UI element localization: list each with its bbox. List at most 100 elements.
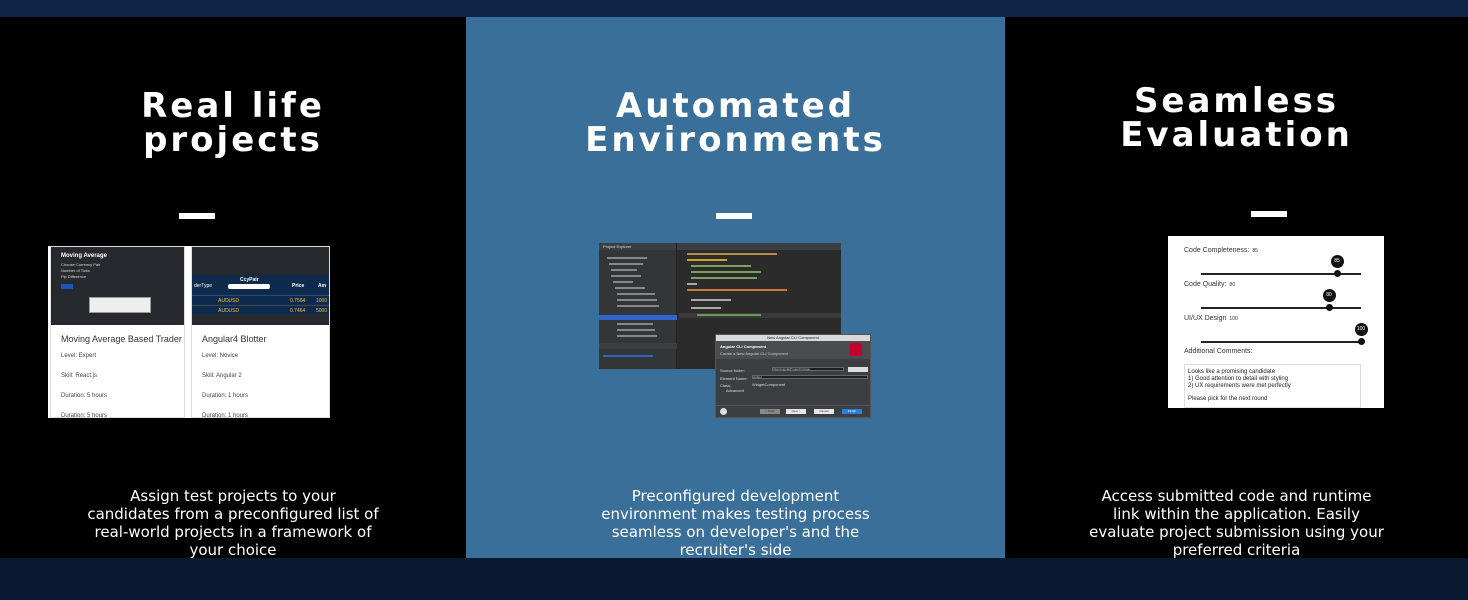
project-explorer-title: Project Explorer [599, 243, 676, 250]
thumb-submit-button [61, 284, 73, 289]
blotter-col: CcyPair [240, 277, 259, 283]
title-line-2: projects [143, 120, 323, 160]
help-icon[interactable] [720, 408, 727, 415]
card-skill: Skill: Angular 2 [202, 373, 242, 379]
thumb-results-box [89, 297, 151, 313]
blotter-cell: 0.7564 [290, 298, 306, 304]
description-line: environment makes testing process [601, 505, 870, 523]
panel-seamless-evaluation: Seamless Evaluation Code Completeness: 85… [1005, 17, 1468, 559]
blotter-header: derType CcyPair Price Am [192, 275, 329, 295]
project-card: Moving Average Choose Currency Pair Numb… [50, 246, 185, 418]
blotter-row: AUDUSD 0.7464 5000 [192, 305, 329, 314]
tree-item [617, 335, 657, 337]
description-line: seamless on developer's and the [611, 523, 860, 541]
bottom-bar [0, 558, 1468, 600]
slider-value-pin: 100 [1354, 323, 1368, 336]
description-line: recruiter's side [679, 541, 792, 559]
tree-item [617, 329, 655, 331]
criterion-label: Code Quality: 80 [1184, 281, 1235, 288]
criterion-label: UI/UX Design 100 [1184, 315, 1238, 322]
comment-line: Please pick for the next round [1188, 396, 1268, 402]
panel-description: Access submitted code and runtime link w… [1005, 487, 1468, 559]
thumb-title: Moving Average [61, 253, 107, 259]
element-name-label: Element Name: [720, 376, 748, 381]
slider-knob[interactable] [1357, 338, 1365, 345]
angular-icon [850, 343, 862, 356]
code-line [691, 299, 731, 301]
description-line: Assign test projects to your [130, 487, 336, 505]
code-line [691, 265, 751, 267]
slider-knob[interactable] [1325, 304, 1333, 311]
description-line: your choice [189, 541, 277, 559]
tree-item [617, 323, 653, 325]
description-line: real-world projects in a framework of [94, 523, 372, 541]
comments-textarea[interactable]: Looks like a promising candidate 1) Good… [1184, 364, 1361, 408]
finish-button[interactable]: Finish [842, 409, 862, 414]
panel-title: Real life projects [0, 89, 466, 157]
divider-dash [716, 213, 752, 219]
tree-item [617, 305, 659, 307]
project-cards-screenshot: Moving Average Choose Currency Pair Numb… [48, 246, 330, 418]
tree-item [617, 299, 657, 301]
blotter-cell: AUDUSD [218, 298, 240, 304]
element-name-input[interactable]: widget [752, 375, 868, 379]
title-line-2: Evaluation [1120, 115, 1353, 155]
slider-value-pin: 85 [1330, 255, 1344, 268]
slider-value-pin: 80 [1322, 289, 1336, 302]
panel-title: Automated Environments [466, 89, 1005, 157]
thumb-row: Pip Difference [61, 274, 87, 279]
criterion-name: Code Quality: [1184, 281, 1227, 288]
description-line: candidates from a preconfigured list of [87, 505, 379, 523]
description-line: link within the application. Easily [1113, 505, 1360, 523]
card-duration: Duration: 1 hours [202, 393, 249, 399]
tree-item [611, 269, 637, 271]
source-folder-input[interactable]: /NewAngularProject/src/app [772, 367, 844, 371]
criterion-name: UI/UX Design [1184, 315, 1227, 322]
next-button[interactable]: Next > [786, 409, 806, 414]
code-line [691, 307, 721, 309]
score-slider[interactable] [1201, 307, 1361, 309]
back-button[interactable]: < Back [760, 409, 780, 414]
criterion-value: 100 [1229, 316, 1238, 322]
description-line: Access submitted code and runtime [1101, 487, 1372, 505]
servers-tab [599, 343, 677, 349]
blotter-cell: AUDUSD [218, 308, 240, 314]
card-duration: Duration: 5 hours [61, 413, 108, 418]
advanced-toggle[interactable]: Advanced [726, 388, 744, 393]
blotter-cell: 0.7464 [290, 308, 306, 314]
panel-automated-environments: Automated Environments Project Explorer [466, 17, 1005, 559]
top-bar [0, 0, 1468, 17]
thumb-row: Choose Currency Pair [61, 262, 101, 267]
code-line [687, 289, 787, 291]
code-line [691, 277, 757, 279]
blotter-filter-input [228, 284, 270, 289]
title-line-1: Seamless [1133, 81, 1340, 121]
blotter-col: Am [318, 283, 327, 289]
browse-button[interactable] [848, 367, 868, 372]
card-title[interactable]: Moving Average Based Trader [51, 325, 184, 348]
blotter-cell: 1000 [316, 298, 328, 304]
code-line [691, 271, 761, 273]
cancel-button[interactable]: Cancel [814, 409, 834, 414]
slider-knob[interactable] [1333, 270, 1341, 277]
panel-description: Preconfigured development environment ma… [466, 487, 1005, 559]
blotter-row: AUDUSD 0.7564 1000 [192, 295, 329, 304]
criterion-name: Code Completeness: [1184, 247, 1250, 254]
card-duration: Duration: 5 hours [61, 393, 108, 399]
comments-label: Additional Comments: [1184, 348, 1253, 355]
dialog-heading: Angular CLI Component [720, 344, 766, 349]
card-title[interactable]: Angular4 Blotter [192, 325, 329, 348]
card-thumbnail: derType CcyPair Price Am AUDUSD 0.7564 1… [192, 247, 329, 325]
source-folder-label: Source folder: [720, 368, 745, 373]
code-line [697, 314, 761, 316]
description-line: preferred criteria [1172, 541, 1301, 559]
blotter-col: Price [292, 283, 305, 289]
evaluation-form-screenshot: Code Completeness: 85 85 Code Quality: 80 … [1168, 236, 1384, 408]
score-slider[interactable] [1201, 341, 1361, 343]
divider-dash [179, 213, 215, 219]
card-skill: Skill: React.js [61, 373, 98, 379]
criterion-label: Code Completeness: 85 [1184, 247, 1258, 254]
card-duration: Duration: 1 hours [202, 413, 249, 418]
divider-dash [1251, 211, 1287, 217]
title-line-1: Automated [615, 86, 856, 126]
